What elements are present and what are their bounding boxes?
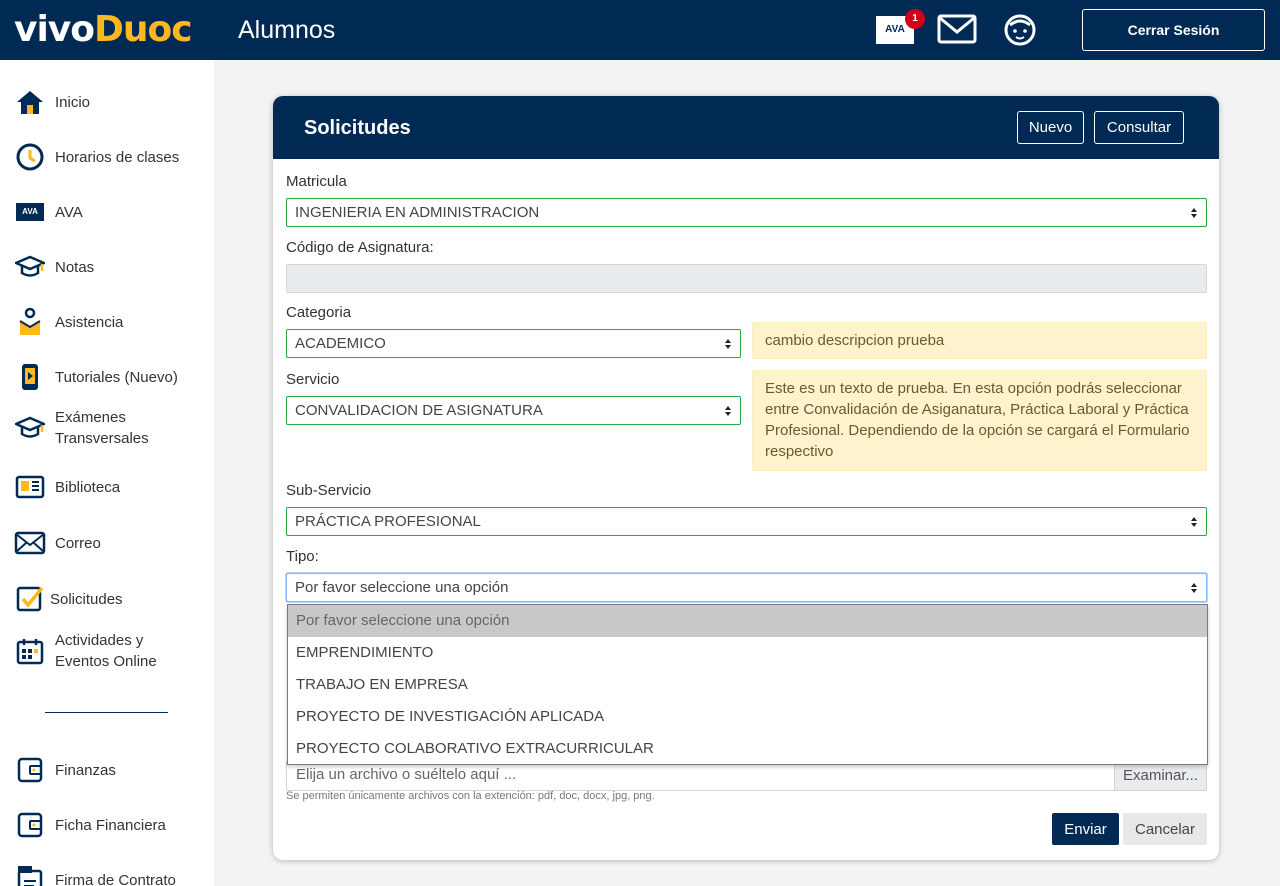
matricula-select[interactable]: INGENIERIA EN ADMINISTRACION xyxy=(286,198,1207,227)
sidebar-item-tutoriales[interactable]: Tutoriales (Nuevo) xyxy=(14,362,178,392)
wallet-icon xyxy=(14,755,46,785)
file-help-text: Se permiten únicamente archivos con la e… xyxy=(286,790,655,802)
codigo-asignatura-input xyxy=(286,264,1207,293)
sidebar-divider xyxy=(45,712,168,713)
sidebar-item-label: Actividades y Eventos Online xyxy=(55,632,157,670)
sidebar-item-finanzas[interactable]: Finanzas xyxy=(14,755,116,785)
sidebar-item-examenes[interactable]: Exámenes Transversales xyxy=(14,407,165,449)
sidebar-item-label: Asistencia xyxy=(55,313,124,331)
dropdown-option[interactable]: PROYECTO DE INVESTIGACIÓN APLICADA xyxy=(288,701,1207,733)
categoria-select[interactable]: ACADEMICO xyxy=(286,329,741,358)
select-arrows-icon xyxy=(725,339,731,349)
sidebar-item-actividades[interactable]: Actividades y Eventos Online xyxy=(14,630,175,672)
sidebar-item-correo[interactable]: Correo xyxy=(14,528,101,558)
clock-icon xyxy=(14,142,46,172)
sidebar-item-label: Exámenes Transversales xyxy=(55,409,149,447)
file-placeholder: Elija un archivo o suéltelo aquí ... xyxy=(296,766,517,783)
vivoduoc-logo[interactable]: vivoDuoc xyxy=(14,8,193,52)
tipo-label: Tipo: xyxy=(286,548,319,565)
browse-button[interactable]: Examinar... xyxy=(1114,761,1206,790)
servicio-note: Este es un texto de prueba. En esta opci… xyxy=(752,370,1207,471)
categoria-note: cambio descripcion prueba xyxy=(752,322,1207,359)
top-bar: vivoDuoc Alumnos AVA 1 Cerrar Sesión xyxy=(0,0,1280,60)
library-card-icon xyxy=(14,472,46,502)
servicio-value: CONVALIDACION DE ASIGNATURA xyxy=(295,402,543,419)
sidebar-item-label: Tutoriales (Nuevo) xyxy=(55,368,178,386)
subservicio-label: Sub-Servicio xyxy=(286,482,372,499)
ava-mini-label: AVA xyxy=(16,203,44,221)
select-arrows-icon xyxy=(1191,517,1197,527)
cancel-button[interactable]: Cancelar xyxy=(1123,813,1207,845)
notification-badge: 1 xyxy=(905,9,925,29)
tipo-dropdown-list: Por favor seleccione una opción EMPRENDI… xyxy=(287,604,1208,765)
sidebar-item-label: Horarios de clases xyxy=(55,148,180,166)
sidebar-item-ava[interactable]: AVA AVA xyxy=(14,197,83,227)
categoria-value: ACADEMICO xyxy=(295,335,386,352)
app-title: Alumnos xyxy=(238,16,336,44)
sidebar-item-notas[interactable]: Notas xyxy=(14,252,94,282)
logout-button[interactable]: Cerrar Sesión xyxy=(1082,9,1265,51)
graduation-cap-icon xyxy=(14,413,46,443)
sidebar: Inicio Horarios de clases AVA AVA Notas … xyxy=(0,60,214,886)
servicio-label: Servicio xyxy=(286,371,340,388)
dropdown-option[interactable]: TRABAJO EN EMPRESA xyxy=(288,669,1207,701)
sidebar-item-label: Ficha Financiera xyxy=(55,816,166,834)
sidebar-item-asistencia[interactable]: Asistencia xyxy=(14,307,123,337)
sidebar-item-label: Biblioteca xyxy=(55,478,121,496)
matricula-value: INGENIERIA EN ADMINISTRACION xyxy=(295,204,540,221)
graduation-cap-icon xyxy=(14,252,46,282)
attendance-icon xyxy=(14,307,46,337)
dropdown-option[interactable]: Por favor seleccione una opción xyxy=(288,605,1207,637)
mail-icon xyxy=(14,528,46,558)
sidebar-item-label: Finanzas xyxy=(55,761,116,779)
select-arrows-icon xyxy=(1191,583,1197,593)
tipo-value: Por favor seleccione una opción xyxy=(295,579,509,596)
tipo-select[interactable]: Por favor seleccione una opción xyxy=(286,573,1207,602)
sidebar-item-label: AVA xyxy=(55,203,83,221)
sidebar-item-biblioteca[interactable]: Biblioteca xyxy=(14,472,120,502)
logo-text-duoc: Duoc xyxy=(94,9,193,50)
mail-icon[interactable] xyxy=(937,12,977,51)
sidebar-item-label: Solicitudes xyxy=(50,590,123,608)
wallet-icon xyxy=(14,810,46,840)
user-profile-icon[interactable] xyxy=(1003,13,1037,52)
ava-icon: AVA xyxy=(14,197,46,227)
sidebar-item-label: Inicio xyxy=(55,93,91,111)
categoria-label: Categoria xyxy=(286,304,352,321)
servicio-select[interactable]: CONVALIDACION DE ASIGNATURA xyxy=(286,396,741,425)
sidebar-item-inicio[interactable]: Inicio xyxy=(14,87,90,117)
contract-icon xyxy=(14,865,46,886)
sidebar-item-firma-contrato[interactable]: Firma de Contrato xyxy=(14,865,176,886)
new-request-button[interactable]: Nuevo xyxy=(1017,111,1084,144)
dropdown-option[interactable]: EMPRENDIMIENTO xyxy=(288,637,1207,669)
sidebar-item-label: Notas xyxy=(55,258,95,276)
sidebar-item-ficha-financiera[interactable]: Ficha Financiera xyxy=(14,810,166,840)
select-arrows-icon xyxy=(725,406,731,416)
dropdown-option[interactable]: PROYECTO COLABORATIVO EXTRACURRICULAR xyxy=(288,733,1207,765)
home-icon xyxy=(14,87,46,117)
sidebar-item-label: Firma de Contrato xyxy=(55,871,176,886)
codigo-asignatura-label: Código de Asignatura: xyxy=(286,239,434,256)
tablet-play-icon xyxy=(14,362,46,392)
sidebar-item-horarios[interactable]: Horarios de clases xyxy=(14,142,179,172)
calendar-icon xyxy=(14,636,46,666)
subservicio-value: PRÁCTICA PROFESIONAL xyxy=(295,513,481,530)
subservicio-select[interactable]: PRÁCTICA PROFESIONAL xyxy=(286,507,1207,536)
matricula-label: Matricula xyxy=(286,173,347,190)
select-arrows-icon xyxy=(1191,208,1197,218)
card-header: Solicitudes Nuevo Consultar xyxy=(273,96,1219,159)
logo-text-vivo: vivo xyxy=(14,9,95,50)
sidebar-item-solicitudes[interactable]: Solicitudes xyxy=(14,584,123,614)
card-title: Solicitudes xyxy=(304,117,411,139)
query-requests-button[interactable]: Consultar xyxy=(1094,111,1184,144)
sidebar-item-label: Correo xyxy=(55,534,101,552)
send-button[interactable]: Enviar xyxy=(1052,813,1119,845)
checkbox-icon xyxy=(14,584,46,614)
